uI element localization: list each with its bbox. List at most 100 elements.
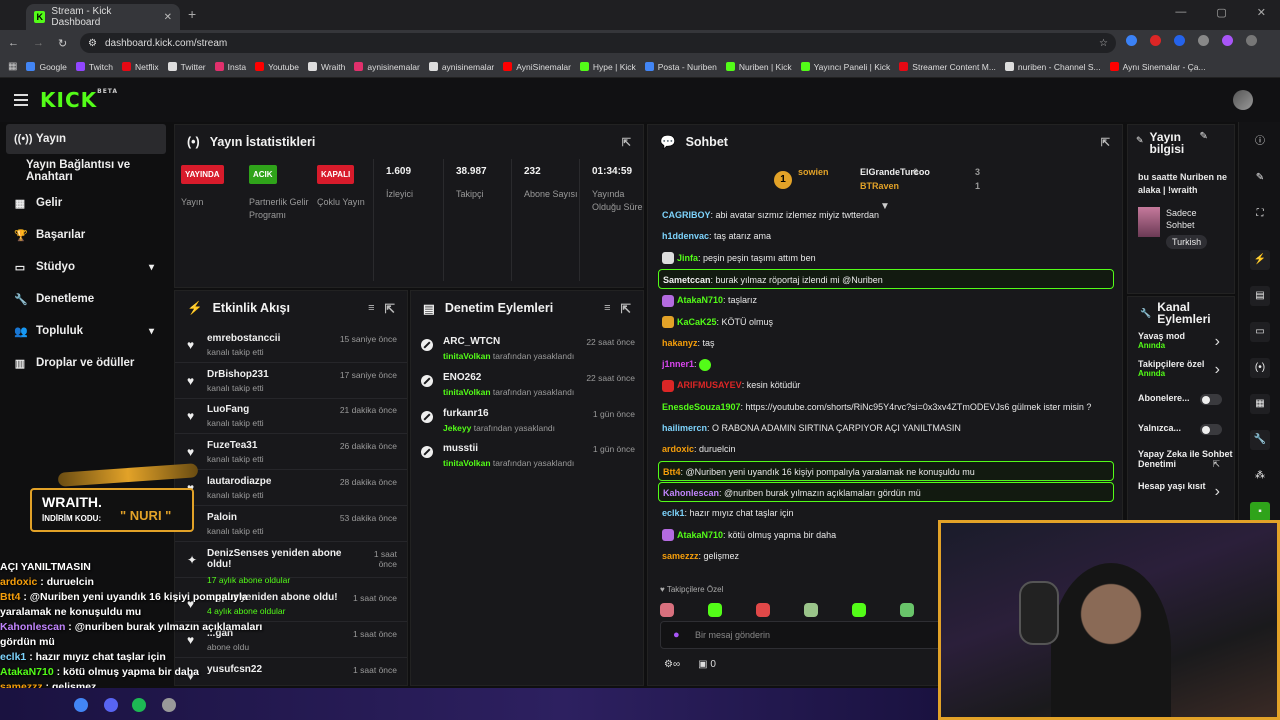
activity-item[interactable]: ♥ DrBishop231 kanalı takip etti 17 saniye ö… bbox=[175, 363, 407, 399]
moderation-item[interactable]: ARC_WTCN tinitaVolkan tarafından yasaklan… bbox=[411, 331, 645, 367]
bookmark-item[interactable]: Streamer Content M... bbox=[899, 62, 996, 72]
mic-icon[interactable]: ● bbox=[673, 629, 680, 641]
edit-icon[interactable]: ✎ bbox=[1200, 131, 1208, 142]
chat-message[interactable]: KaCaK25: KÖTÜ olmuş bbox=[658, 312, 1114, 332]
external-link-icon[interactable]: ⇱ bbox=[1212, 459, 1220, 470]
chat-username[interactable]: KaCaK25 bbox=[677, 317, 717, 327]
reload-icon[interactable]: ↻ bbox=[58, 37, 67, 50]
grid-icon[interactable]: ▦ bbox=[1250, 394, 1270, 414]
chat-username[interactable]: Jinfa bbox=[677, 253, 698, 263]
moderation-item[interactable]: ENO262 tinitaVolkan tarafından yasaklandı… bbox=[411, 367, 645, 403]
chat-username[interactable]: Btt4 bbox=[663, 467, 681, 477]
chat-message[interactable]: j1nner1: bbox=[658, 354, 1114, 374]
sidebar-item[interactable]: ▥ Droplar ve ödüller bbox=[6, 348, 166, 378]
bookmark-item[interactable]: Twitch bbox=[75, 62, 113, 72]
sidebar-item[interactable]: Yayın Bağlantısı ve Anahtarı bbox=[6, 156, 166, 186]
apps-grid-icon[interactable]: ▦ bbox=[8, 61, 17, 72]
popout-icon[interactable]: ⇱ bbox=[385, 301, 395, 316]
chat-message[interactable]: CAGRIBOY: abi avatar sızmız izlemez miyi… bbox=[658, 205, 1114, 225]
bookmark-item[interactable]: Twitter bbox=[167, 62, 206, 72]
chat-username[interactable]: hailimercn bbox=[662, 423, 707, 433]
chat-message[interactable]: Jinfa: peşin peşin taşımı attım ben bbox=[658, 248, 1114, 268]
chat-message[interactable]: EnesdeSouza1907: https://youtube.com/sho… bbox=[658, 397, 1114, 417]
menu-dots-icon[interactable] bbox=[1246, 35, 1257, 46]
popout-icon[interactable]: ⇱ bbox=[622, 136, 631, 149]
address-bar[interactable]: ⚙ dashboard.kick.com/stream ☆ bbox=[80, 33, 1116, 53]
chat-message[interactable]: Kahonlescan: @nuriben burak yılmazın açı… bbox=[658, 481, 1114, 502]
bookmark-item[interactable]: AyniSinemalar bbox=[503, 62, 571, 72]
activity-item[interactable]: ♥ emrebostanccii kanalı takip etti 15 saniy… bbox=[175, 327, 407, 363]
extension-icon[interactable] bbox=[1174, 35, 1185, 46]
activity-item[interactable]: ♥Paloinkanalı takip etti53 dakika önce bbox=[175, 506, 407, 542]
popout-icon[interactable]: ⇱ bbox=[1101, 136, 1110, 149]
edit-icon[interactable]: ✎ bbox=[1250, 168, 1270, 188]
bookmark-item[interactable]: Insta bbox=[214, 62, 246, 72]
bookmark-item[interactable]: Google bbox=[26, 62, 67, 72]
chat-message[interactable]: hakanyz: taş bbox=[658, 333, 1114, 353]
fullscreen-icon[interactable]: ⛶ bbox=[1250, 204, 1270, 224]
chat-username[interactable]: j1nner1 bbox=[662, 359, 694, 369]
chat-message[interactable]: hailimercn: O RABONA ADAMIN SIRTINA ÇARP… bbox=[658, 418, 1114, 438]
kick-logo[interactable]: KICKBETA bbox=[40, 88, 118, 112]
leaderboard-entry[interactable]: ElGrandeTurcoo 3 bbox=[860, 167, 980, 177]
bookmark-item[interactable]: Nuriben | Kick bbox=[725, 62, 792, 72]
spotify-icon[interactable] bbox=[132, 698, 146, 712]
leaderboard-entry[interactable]: BTRaven 1 bbox=[860, 181, 980, 191]
moderation-item[interactable]: musstii tinitaVolkan tarafından yasakland… bbox=[411, 438, 645, 474]
document-icon[interactable]: ▤ bbox=[1250, 286, 1270, 306]
bookmark-item[interactable]: Netflix bbox=[121, 62, 159, 72]
profile-icon[interactable] bbox=[1222, 35, 1233, 46]
filter-icon[interactable]: ≡ bbox=[604, 302, 610, 314]
chat-username[interactable]: EnesdeSouza1907 bbox=[662, 402, 741, 412]
community-icon[interactable]: ⁂ bbox=[1250, 466, 1270, 486]
chat-message[interactable]: ardoxic: duruelcin bbox=[658, 439, 1114, 459]
close-window-icon[interactable]: ✕ bbox=[1257, 6, 1266, 19]
sidebar-item[interactable]: ▦ Gelir bbox=[6, 188, 166, 218]
chevron-right-icon[interactable]: › bbox=[1215, 361, 1220, 379]
chat-message[interactable]: AtakaN710: taşlarız bbox=[658, 290, 1114, 310]
chat-username[interactable]: Sametccan bbox=[663, 275, 711, 285]
bookmark-star-icon[interactable]: ☆ bbox=[1099, 38, 1108, 49]
chat-username[interactable]: ardoxic bbox=[662, 444, 694, 454]
bookmark-item[interactable]: aynisinemalar bbox=[354, 62, 420, 72]
info-icon[interactable]: ⓘ bbox=[1250, 132, 1270, 152]
chat-message[interactable]: Btt4: @Nuriben yeni uyandık 16 kişiyi po… bbox=[658, 460, 1114, 481]
sidebar-item[interactable]: 🏆 Başarılar bbox=[6, 220, 166, 250]
green-action-icon[interactable]: ▪ bbox=[1250, 502, 1270, 522]
moderation-item[interactable]: furkanr16 Jekeyy tarafından yasaklandı 1 g… bbox=[411, 403, 645, 439]
chat-username[interactable]: CAGRIBOY bbox=[662, 210, 711, 220]
activity-item[interactable]: ♥lautarodiazpekanalı takip etti28 dakika… bbox=[175, 470, 407, 506]
hamburger-menu-icon[interactable] bbox=[14, 94, 28, 106]
chat-username[interactable]: ARIFMUSAYEV bbox=[677, 380, 742, 390]
chat-username[interactable]: AtakaN710 bbox=[677, 530, 723, 540]
activity-item[interactable]: ♥ LuoFang kanalı takip etti 21 dakika önce bbox=[175, 398, 407, 434]
chevron-right-icon[interactable]: › bbox=[1215, 483, 1220, 501]
toggle-switch[interactable] bbox=[1200, 424, 1222, 435]
filter-icon[interactable]: ≡ bbox=[368, 302, 374, 314]
close-tab-icon[interactable]: ✕ bbox=[164, 12, 172, 23]
bookmark-item[interactable]: Aynı Sinemalar - Ça... bbox=[1109, 62, 1206, 72]
bookmark-item[interactable]: Wraith bbox=[307, 62, 345, 72]
chevron-right-icon[interactable]: › bbox=[1215, 333, 1220, 351]
extension-icon[interactable] bbox=[1150, 35, 1161, 46]
settings-icon[interactable]: ⚙∞ bbox=[664, 659, 680, 670]
extensions-puzzle-icon[interactable] bbox=[1198, 35, 1209, 46]
chat-username[interactable]: samezzz bbox=[662, 551, 699, 561]
bookmark-item[interactable]: aynisinemalar bbox=[428, 62, 494, 72]
chat-message[interactable]: Sametccan: burak yılmaz röportaj izlendi… bbox=[658, 268, 1114, 289]
app-icon[interactable] bbox=[162, 698, 176, 712]
app-icon[interactable] bbox=[74, 698, 88, 712]
bookmark-item[interactable]: Yayıncı Paneli | Kick bbox=[800, 62, 890, 72]
site-info-icon[interactable]: ⚙ bbox=[88, 38, 97, 49]
forward-icon[interactable]: → bbox=[33, 37, 44, 49]
emote-icon[interactable] bbox=[900, 603, 914, 617]
emote-icon[interactable] bbox=[852, 603, 866, 617]
browser-tab[interactable]: K Stream - Kick Dashboard ✕ bbox=[26, 4, 180, 30]
user-avatar[interactable] bbox=[1233, 90, 1253, 110]
chat-username[interactable]: eclk1 bbox=[662, 508, 685, 518]
back-icon[interactable]: ← bbox=[8, 37, 19, 49]
bookmark-item[interactable]: Hype | Kick bbox=[579, 62, 636, 72]
chat-username[interactable]: hakanyz bbox=[662, 338, 698, 348]
sidebar-item[interactable]: 👥 Topluluk ▾ bbox=[6, 316, 166, 346]
bookmark-item[interactable]: Posta - Nuriben bbox=[644, 62, 717, 72]
